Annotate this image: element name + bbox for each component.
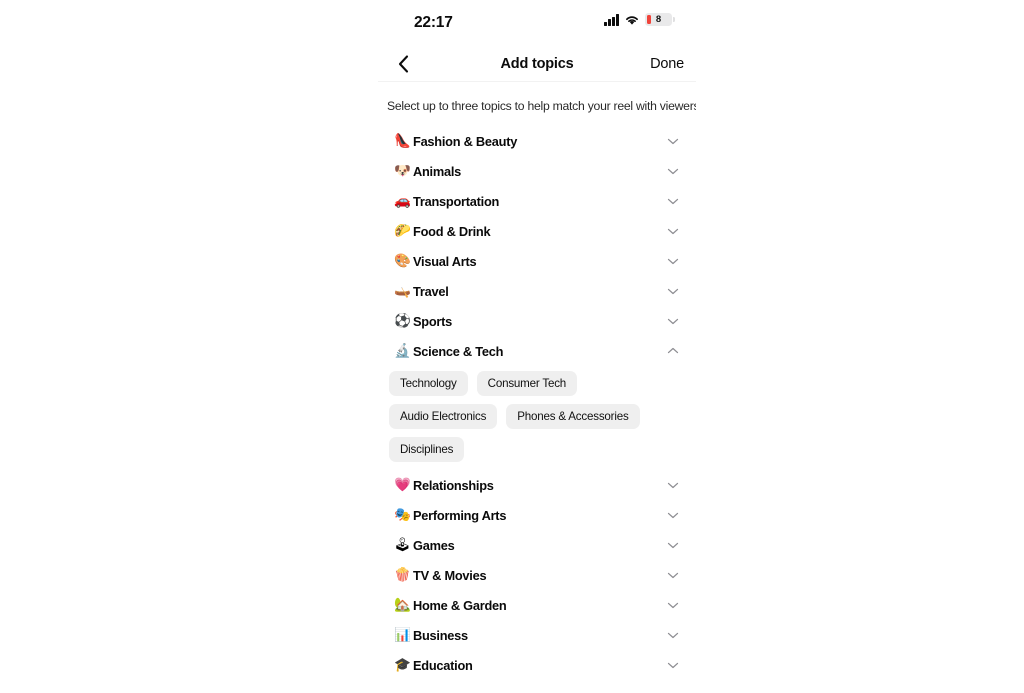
growing-heart-icon: 💗	[394, 477, 411, 493]
page-title: Add topics	[500, 55, 574, 72]
chevron-down-icon[interactable]	[666, 134, 680, 148]
back-button[interactable]	[386, 46, 420, 82]
topic-label: Education	[413, 657, 473, 673]
subtopic-chip-group: Technology Consumer Tech Audio Electronics…	[378, 366, 696, 470]
car-icon: 🚗	[394, 193, 411, 209]
subtopic-chip[interactable]: Technology	[389, 371, 468, 396]
travel-icon: 🛶	[394, 283, 411, 299]
artist-palette-icon: 🎨	[394, 253, 411, 269]
wifi-icon	[626, 15, 638, 25]
status-time: 22:17	[414, 14, 453, 31]
soccer-ball-icon: ⚽	[394, 313, 411, 329]
high-heeled-shoe-icon: 👠	[394, 133, 411, 149]
topic-label: Business	[413, 627, 468, 643]
topic-label: Sports	[413, 313, 453, 329]
chevron-down-icon[interactable]	[666, 598, 680, 612]
graduation-cap-icon: 🎓	[394, 657, 411, 673]
battery-low-icon: 8	[645, 13, 675, 26]
house-with-garden-icon: 🏡	[394, 597, 411, 613]
chevron-down-icon[interactable]	[666, 628, 680, 642]
topic-row[interactable]: 👠 Fashion & Beauty	[378, 126, 696, 156]
topic-row[interactable]: 🐶 Animals	[378, 156, 696, 186]
topic-label: Travel	[413, 283, 449, 299]
battery-level-label: 8	[655, 14, 662, 25]
subtopic-chip[interactable]: Consumer Tech	[476, 371, 578, 396]
popcorn-icon: 🍿	[394, 567, 411, 583]
topic-row[interactable]: 🎓 Education	[378, 650, 696, 680]
topic-label: Relationships	[413, 477, 494, 493]
chevron-down-icon[interactable]	[666, 194, 680, 208]
topic-row[interactable]: 📊 Business	[378, 620, 696, 650]
topic-row[interactable]: 🎭 Performing Arts	[378, 500, 696, 530]
done-button[interactable]: Done	[650, 46, 684, 82]
chevron-down-icon[interactable]	[666, 254, 680, 268]
topic-row[interactable]: ⚽ Sports	[378, 306, 696, 336]
subtopic-chip[interactable]: Disciplines	[389, 437, 465, 462]
chevron-down-icon[interactable]	[666, 508, 680, 522]
performing-arts-masks-icon: 🎭	[394, 507, 411, 523]
topic-row[interactable]: 🔬 Science & Tech	[378, 336, 696, 366]
chevron-down-icon[interactable]	[666, 224, 680, 238]
chevron-down-icon[interactable]	[666, 284, 680, 298]
phone-screen: 22:17 8 Add topics Done Select up to thr…	[378, 0, 696, 693]
topic-label: Games	[413, 537, 455, 553]
topic-row[interactable]: 🏡 Home & Garden	[378, 590, 696, 620]
topic-label: Food & Drink	[413, 223, 491, 239]
joystick-icon: 🕹	[394, 537, 412, 553]
chevron-down-icon[interactable]	[666, 478, 680, 492]
chevron-down-icon[interactable]	[666, 538, 680, 552]
subtopic-chip[interactable]: Phones & Accessories	[506, 404, 640, 429]
topic-label: Visual Arts	[413, 253, 477, 269]
chevron-down-icon[interactable]	[666, 164, 680, 178]
cellular-signal-icon	[604, 14, 619, 26]
subtopic-chip[interactable]: Audio Electronics	[389, 404, 498, 429]
chevron-left-icon	[398, 55, 408, 73]
chevron-down-icon[interactable]	[666, 314, 680, 328]
taco-icon: 🌮	[394, 223, 411, 239]
topic-row[interactable]: 🚗 Transportation	[378, 186, 696, 216]
dog-face-icon: 🐶	[394, 163, 411, 179]
bar-chart-icon: 📊	[394, 627, 411, 643]
chevron-down-icon[interactable]	[666, 658, 680, 672]
chevron-down-icon[interactable]	[666, 568, 680, 582]
status-bar: 22:17 8	[378, 0, 696, 46]
instruction-text: Select up to three topics to help match …	[387, 99, 696, 113]
topic-label: Fashion & Beauty	[413, 133, 518, 149]
topic-label: Science & Tech	[413, 343, 504, 359]
topic-list: 👠 Fashion & Beauty 🐶 Animals 🚗 Transportation…	[378, 126, 696, 680]
topic-row[interactable]: 🛶 Travel	[378, 276, 696, 306]
topic-row[interactable]: 💗 Relationships	[378, 470, 696, 500]
navigation-bar: Add topics Done	[378, 46, 696, 82]
microscope-icon: 🔬	[394, 343, 411, 359]
topic-row[interactable]: 🎨 Visual Arts	[378, 246, 696, 276]
chevron-up-icon[interactable]	[666, 344, 680, 358]
topic-row[interactable]: 🕹 Games	[378, 530, 696, 560]
topic-row[interactable]: 🍿 TV & Movies	[378, 560, 696, 590]
topic-row[interactable]: 🌮 Food & Drink	[378, 216, 696, 246]
status-indicators: 8	[604, 13, 675, 26]
topic-label: Performing Arts	[413, 507, 507, 523]
topic-label: Home & Garden	[413, 597, 507, 613]
topic-label: TV & Movies	[413, 567, 487, 583]
topic-label: Transportation	[413, 193, 500, 209]
topic-label: Animals	[413, 163, 462, 179]
